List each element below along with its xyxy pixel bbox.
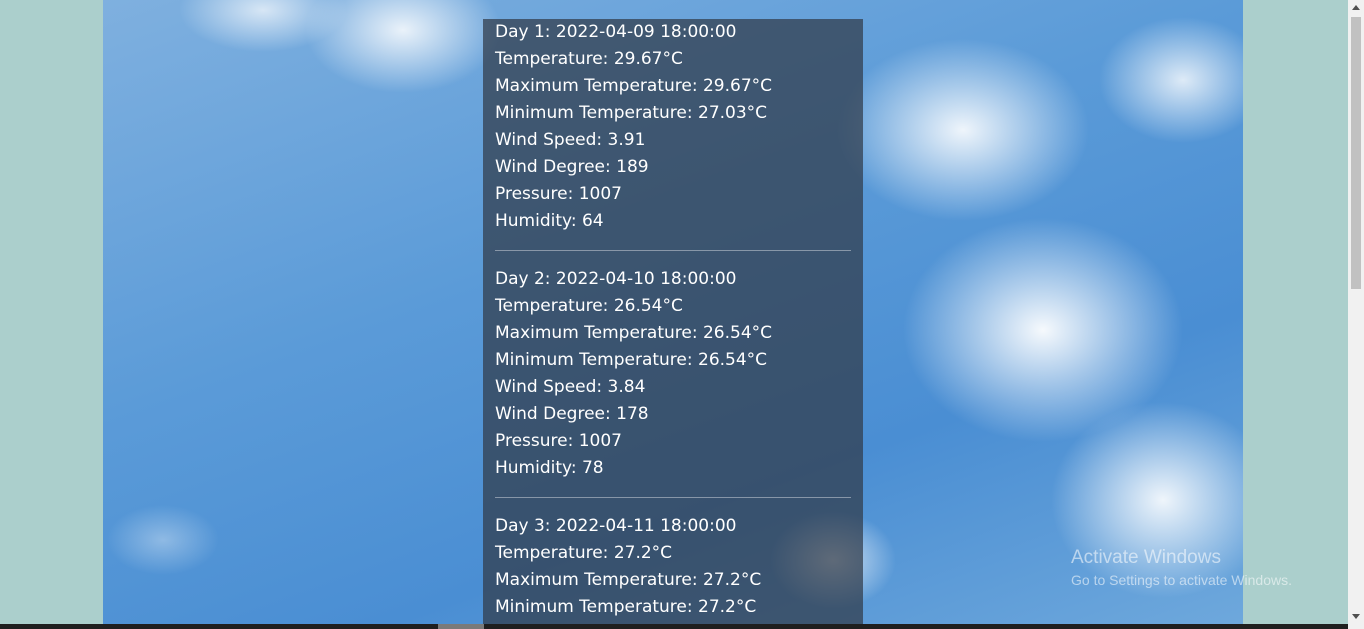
- max-temperature: Maximum Temperature: 29.67°C: [495, 76, 773, 96]
- wind-speed: Wind Speed: 3.84: [495, 377, 646, 397]
- pressure: Pressure: 1007: [495, 184, 622, 204]
- temperature: Temperature: 26.54°C: [495, 296, 683, 316]
- humidity: Humidity: 78: [495, 458, 604, 478]
- day-divider: [495, 250, 851, 251]
- min-temperature: Minimum Temperature: 26.54°C: [495, 350, 768, 370]
- forecast-day-3: Day 3: 2022-04-11 18:00:00 Temperature: …: [483, 513, 863, 621]
- watermark-title: Activate Windows: [1071, 547, 1221, 568]
- day-header: Day 3: 2022-04-11 18:00:00: [495, 516, 737, 536]
- day-header: Day 1: 2022-04-09 18:00:00: [495, 22, 737, 42]
- taskbar-active-indicator: [438, 624, 484, 629]
- min-temperature: Minimum Temperature: 27.2°C: [495, 597, 757, 617]
- temperature: Temperature: 27.2°C: [495, 543, 673, 563]
- max-temperature: Maximum Temperature: 27.2°C: [495, 570, 762, 590]
- max-temperature: Maximum Temperature: 26.54°C: [495, 323, 773, 343]
- day-divider: [495, 497, 851, 498]
- taskbar-edge: [0, 624, 1348, 629]
- scrollbar-thumb[interactable]: [1351, 17, 1361, 289]
- watermark-subtitle: Go to Settings to activate Windows.: [1071, 572, 1292, 588]
- temperature: Temperature: 29.67°C: [495, 49, 683, 69]
- scroll-up-arrow-icon[interactable]: [1352, 5, 1360, 10]
- activate-windows-watermark: Activate Windows Go to Settings to activ…: [1071, 546, 1292, 589]
- wind-degree: Wind Degree: 189: [495, 157, 649, 177]
- pressure: Pressure: 1007: [495, 431, 622, 451]
- forecast-day-1: Day 1: 2022-04-09 18:00:00 Temperature: …: [483, 19, 863, 235]
- day-header: Day 2: 2022-04-10 18:00:00: [495, 269, 737, 289]
- min-temperature: Minimum Temperature: 27.03°C: [495, 103, 768, 123]
- wind-speed: Wind Speed: 3.91: [495, 130, 646, 150]
- vertical-scrollbar[interactable]: [1348, 0, 1364, 629]
- forecast-panel: Day 1: 2022-04-09 18:00:00 Temperature: …: [483, 19, 863, 624]
- forecast-day-2: Day 2: 2022-04-10 18:00:00 Temperature: …: [483, 266, 863, 482]
- scroll-down-arrow-icon[interactable]: [1352, 614, 1360, 619]
- wind-degree: Wind Degree: 178: [495, 404, 649, 424]
- humidity: Humidity: 64: [495, 211, 604, 231]
